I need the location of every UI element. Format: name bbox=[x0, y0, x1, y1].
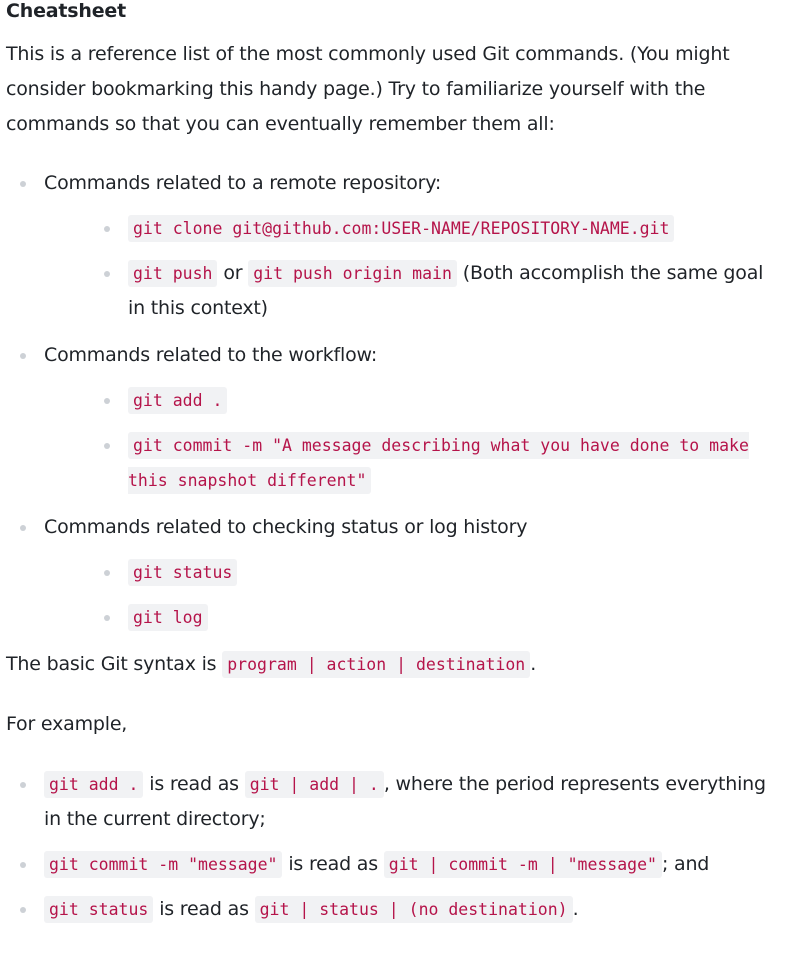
command-code: git add . bbox=[128, 387, 228, 414]
command-code: git status bbox=[44, 896, 154, 923]
intro-paragraph: This is a reference list of the most com… bbox=[6, 43, 730, 135]
group-remote-repository: Commands related to a remote repository:… bbox=[0, 166, 790, 326]
workflow-commands-list: git add . git commit -m "A message descr… bbox=[44, 383, 790, 498]
example-middle: is read as bbox=[288, 853, 378, 875]
list-item: git commit -m "A message describing what… bbox=[44, 428, 790, 498]
example-middle: is read as bbox=[159, 898, 249, 920]
group-label: Commands related to checking status or l… bbox=[44, 516, 528, 538]
group-label: Commands related to a remote repository: bbox=[44, 172, 442, 194]
command-code: git commit -m "message" bbox=[44, 851, 283, 878]
list-item: git log bbox=[44, 600, 790, 635]
command-groups-list: Commands related to a remote repository:… bbox=[0, 166, 790, 635]
group-status-log: Commands related to checking status or l… bbox=[0, 510, 790, 635]
example-suffix: ; and bbox=[661, 853, 710, 875]
remote-commands-list: git clone git@github.com:USER-NAME/REPOS… bbox=[44, 211, 790, 326]
status-commands-list: git status git log bbox=[44, 555, 790, 635]
command-code: git | commit -m | "message" bbox=[383, 851, 662, 878]
group-label: Commands related to the workflow: bbox=[44, 344, 378, 366]
syntax-paragraph: The basic Git syntax is program | action… bbox=[0, 647, 790, 682]
command-code: git commit -m "A message describing what… bbox=[128, 432, 749, 494]
examples-list: git add . is read as git | add | ., wher… bbox=[0, 767, 790, 927]
command-code: git | add | . bbox=[244, 771, 384, 798]
list-item: git commit -m "message" is read as git |… bbox=[0, 847, 790, 882]
list-item: git push or git push origin main (Both a… bbox=[44, 256, 790, 326]
command-code: git | status | (no destination) bbox=[254, 896, 573, 923]
list-item: git status bbox=[44, 555, 790, 590]
command-code: git add . bbox=[44, 771, 144, 798]
syntax-suffix: . bbox=[530, 653, 537, 675]
list-item: git clone git@github.com:USER-NAME/REPOS… bbox=[44, 211, 790, 246]
syntax-prefix: The basic Git syntax is bbox=[6, 653, 217, 675]
cheatsheet-page: Cheatsheet This is a reference list of t… bbox=[0, 0, 790, 960]
joiner-text: or bbox=[223, 262, 243, 284]
command-code: git push origin main bbox=[248, 260, 457, 287]
command-code: git clone git@github.com:USER-NAME/REPOS… bbox=[128, 215, 675, 242]
example-intro: For example, bbox=[6, 713, 128, 735]
command-code: git log bbox=[128, 604, 208, 631]
list-item: git add . is read as git | add | ., wher… bbox=[0, 767, 790, 837]
list-item: git add . bbox=[44, 383, 790, 418]
example-suffix: . bbox=[572, 898, 579, 920]
example-middle: is read as bbox=[149, 773, 239, 795]
section-heading: Cheatsheet bbox=[6, 0, 126, 22]
command-code: git status bbox=[128, 559, 238, 586]
command-code: git push bbox=[128, 260, 218, 287]
group-workflow: Commands related to the workflow: git ad… bbox=[0, 338, 790, 498]
syntax-code: program | action | destination bbox=[222, 651, 531, 678]
list-item: git status is read as git | status | (no… bbox=[0, 892, 790, 927]
